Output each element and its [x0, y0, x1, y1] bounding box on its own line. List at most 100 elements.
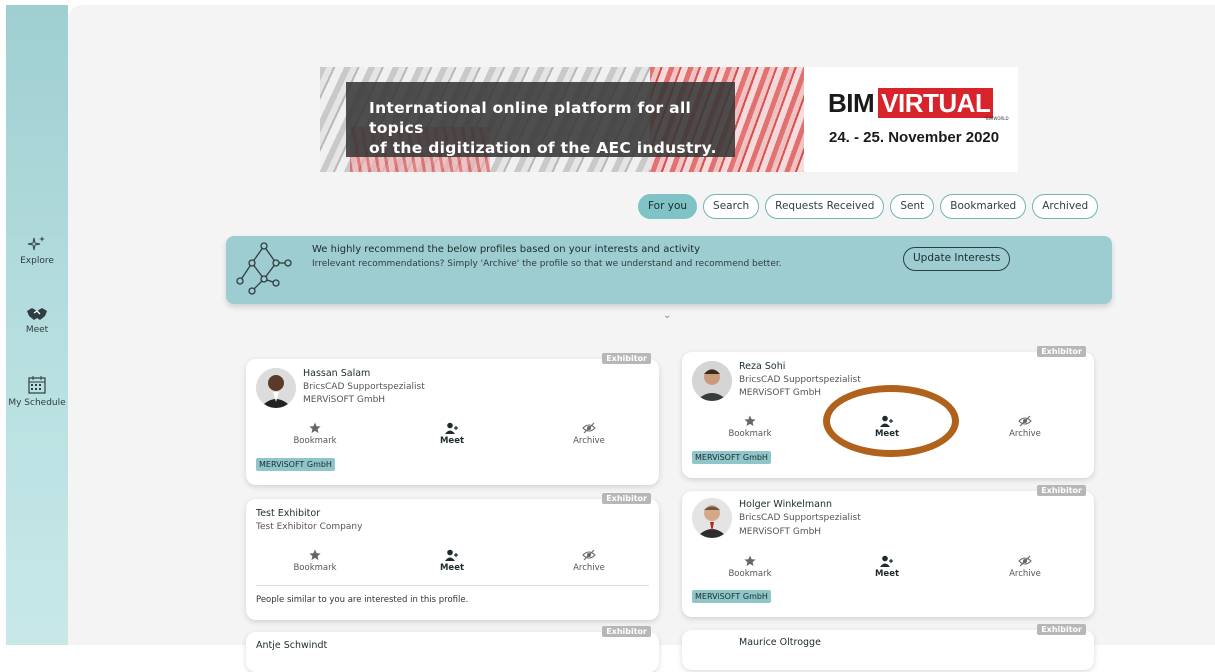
archive-label: Archive	[1009, 569, 1041, 579]
highlight-ring	[823, 385, 959, 457]
exhibitor-badge: Exhibitor	[1037, 346, 1086, 357]
event-banner: International online platform for all to…	[320, 67, 1018, 172]
eye-off-icon	[1018, 555, 1032, 567]
sidebar: Explore Meet My Schedule	[6, 5, 68, 645]
archive-button[interactable]: Archive	[559, 422, 619, 446]
filter-tabs: For you Search Requests Received Sent Bo…	[638, 194, 1099, 219]
profile-name: Holger Winkelmann	[739, 499, 833, 510]
profile-actions: Bookmark Meet Archive	[246, 422, 659, 452]
profile-actions: Bookmark Meet Archive	[682, 555, 1094, 585]
add-person-icon	[880, 555, 893, 567]
archive-button[interactable]: Archive	[559, 549, 619, 573]
archive-label: Archive	[573, 436, 605, 446]
bim-virtual-logo: BIM VIRTUAL *BIMWORLD 24. - 25. November …	[804, 67, 1018, 172]
recommendation-subtitle: Irrelevant recommendations? Simply 'Arch…	[312, 259, 782, 269]
bookmark-button[interactable]: Bookmark	[720, 415, 780, 439]
tab-sent[interactable]: Sent	[890, 194, 935, 219]
profile-card[interactable]: Exhibitor Holger Winkelmann BricsCAD Sup…	[682, 485, 1094, 617]
company-tag[interactable]: MERViSOFT GmbH	[692, 590, 771, 603]
bookmark-button[interactable]: Bookmark	[720, 555, 780, 579]
meet-button[interactable]: Meet	[857, 555, 917, 579]
archive-label: Archive	[1009, 429, 1041, 439]
recommendation-panel: We highly recommend the below profiles b…	[226, 236, 1112, 304]
archive-button[interactable]: Archive	[995, 555, 1055, 579]
eye-off-icon	[1018, 415, 1032, 427]
profile-name: Antje Schwindt	[256, 640, 328, 651]
bookmark-label: Bookmark	[293, 436, 337, 446]
banner-line-1: International online platform for all to…	[369, 99, 692, 137]
network-icon	[236, 242, 292, 295]
star-icon	[744, 415, 756, 426]
profile-actions: Bookmark Meet Archive	[246, 549, 659, 579]
similarity-hint: People similar to you are interested in …	[256, 595, 469, 605]
tab-archived[interactable]: Archived	[1032, 194, 1099, 219]
company-tag[interactable]: MERViSOFT GmbH	[256, 458, 335, 471]
brand-bim: BIM	[828, 88, 875, 118]
exhibitor-badge: Exhibitor	[1037, 624, 1086, 635]
profile-card[interactable]: Exhibitor Maurice Oltrogge	[682, 624, 1094, 670]
meet-label: Meet	[439, 563, 465, 573]
recommendation-title: We highly recommend the below profiles b…	[312, 244, 701, 255]
update-interests-button[interactable]: Update Interests	[903, 247, 1011, 271]
nav-my-schedule[interactable]: My Schedule	[6, 375, 68, 408]
bookmark-label: Bookmark	[728, 429, 772, 439]
avatar	[692, 361, 732, 401]
meet-label: Meet	[439, 436, 465, 446]
bookmark-label: Bookmark	[293, 563, 337, 573]
tab-search[interactable]: Search	[703, 194, 760, 219]
nav-explore[interactable]: Explore	[6, 235, 68, 266]
banner-headline: International online platform for all to…	[346, 82, 735, 157]
bookmark-button[interactable]: Bookmark	[285, 549, 345, 573]
nav-explore-label: Explore	[20, 256, 54, 266]
bookmark-label: Bookmark	[728, 569, 772, 579]
tab-for-you[interactable]: For you	[638, 194, 698, 219]
company-tag[interactable]: MERViSOFT GmbH	[692, 451, 771, 464]
add-person-icon	[445, 422, 458, 434]
eye-off-icon	[582, 549, 596, 561]
sparkles-icon	[27, 236, 45, 251]
add-person-icon	[445, 549, 458, 561]
eye-off-icon	[582, 422, 596, 434]
meet-button[interactable]: Meet	[422, 422, 482, 446]
bookmark-button[interactable]: Bookmark	[285, 422, 345, 446]
archive-label: Archive	[573, 563, 605, 573]
profile-name: Reza Sohi	[739, 361, 786, 372]
archive-button[interactable]: Archive	[995, 415, 1055, 439]
avatar	[256, 368, 296, 408]
banner-line-2: of the digitization of the AEC industry.	[369, 139, 717, 157]
profile-role: BricsCAD Supportspezialist	[739, 513, 861, 523]
meet-button[interactable]: Meet	[422, 549, 482, 573]
exhibitor-badge: Exhibitor	[602, 626, 651, 637]
profile-company: MERViSOFT GmbH	[739, 527, 822, 537]
chevron-down-icon[interactable]: ⌄	[663, 310, 671, 321]
profile-card[interactable]: Exhibitor Test Exhibitor Test Exhibitor …	[246, 493, 659, 620]
star-icon	[744, 555, 756, 566]
star-icon	[309, 422, 321, 433]
profile-company: MERViSOFT GmbH	[303, 395, 386, 405]
profile-name: Test Exhibitor	[256, 508, 321, 519]
star-icon	[309, 549, 321, 560]
nav-my-schedule-label: My Schedule	[8, 398, 66, 408]
event-dates: 24. - 25. November 2020	[829, 129, 1000, 146]
divider	[256, 585, 649, 586]
profile-company: MERViSOFT GmbH	[739, 388, 822, 398]
profile-card[interactable]: Exhibitor Hassan Salam BricsCAD Supports…	[246, 353, 659, 485]
profile-company: Test Exhibitor Company	[256, 522, 363, 532]
nav-meet[interactable]: Meet	[6, 306, 68, 335]
avatar	[692, 498, 732, 538]
profile-name: Hassan Salam	[303, 368, 371, 379]
calendar-icon	[28, 376, 46, 394]
exhibitor-badge: Exhibitor	[602, 493, 651, 504]
nav-meet-label: Meet	[25, 325, 49, 335]
profile-role: BricsCAD Supportspezialist	[303, 382, 425, 392]
tab-requests-received[interactable]: Requests Received	[765, 194, 885, 219]
profile-role: BricsCAD Supportspezialist	[739, 375, 861, 385]
profile-name: Maurice Oltrogge	[739, 637, 821, 648]
meet-label: Meet	[874, 569, 900, 579]
tab-bookmarked[interactable]: Bookmarked	[940, 194, 1027, 219]
profile-card[interactable]: Exhibitor Antje Schwindt	[246, 626, 659, 672]
brand-sub: *BIMWORLD	[984, 116, 1009, 121]
handshake-icon	[27, 308, 47, 320]
exhibitor-badge: Exhibitor	[1037, 485, 1086, 496]
brand-virtual: VIRTUAL	[878, 88, 994, 118]
